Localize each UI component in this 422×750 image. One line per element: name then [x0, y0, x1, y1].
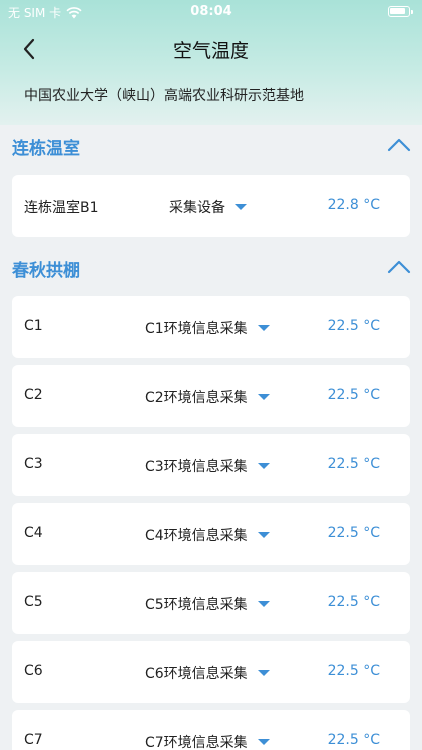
list-item[interactable]: C2 C2环境信息采集 22.5 °C: [12, 365, 410, 427]
navigation-bar: 空气温度: [0, 24, 422, 74]
device-label: C5环境信息采集: [145, 597, 248, 613]
row-name: 连栋温室B1: [24, 200, 99, 216]
device-dropdown[interactable]: C3环境信息采集: [145, 456, 270, 476]
row-name: C7: [24, 732, 43, 748]
section-header-multi-span-greenhouse: 连栋温室: [12, 130, 412, 160]
caret-down-icon: [257, 739, 270, 745]
row-name: C4: [24, 525, 43, 541]
temperature-value: 22.5 °C: [327, 594, 380, 610]
battery-icon: [388, 6, 413, 17]
caret-down-icon: [257, 394, 270, 400]
device-dropdown[interactable]: C2环境信息采集: [145, 387, 270, 407]
device-label: C6环境信息采集: [145, 666, 248, 682]
list-item[interactable]: C1 C1环境信息采集 22.5 °C: [12, 296, 410, 358]
list-item[interactable]: C7 C7环境信息采集 22.5 °C: [12, 710, 410, 750]
device-label: C7环境信息采集: [145, 735, 248, 750]
base-name: 中国农业大学（峡山）高端农业科研示范基地: [24, 88, 304, 104]
device-dropdown[interactable]: 采集设备: [169, 197, 247, 217]
caret-down-icon: [257, 463, 270, 469]
section-header-spring-autumn-arch-shed: 春秋拱棚: [12, 252, 412, 282]
row-name: C1: [24, 318, 43, 334]
temperature-value: 22.5 °C: [327, 525, 380, 541]
chevron-left-icon: [23, 38, 35, 60]
temperature-value: 22.8 °C: [327, 197, 380, 213]
list-item[interactable]: C3 C3环境信息采集 22.5 °C: [12, 434, 410, 496]
list-item[interactable]: 连栋温室B1 采集设备 22.8 °C: [12, 175, 410, 237]
row-name: C3: [24, 456, 43, 472]
temperature-value: 22.5 °C: [327, 387, 380, 403]
temperature-value: 22.5 °C: [327, 456, 380, 472]
list-item[interactable]: C6 C6环境信息采集 22.5 °C: [12, 641, 410, 703]
row-name: C6: [24, 663, 43, 679]
status-time: 08:04: [190, 4, 232, 19]
list-item[interactable]: C4 C4环境信息采集 22.5 °C: [12, 503, 410, 565]
collapse-button[interactable]: [386, 134, 412, 156]
chevron-up-icon: [387, 260, 411, 274]
device-label: C3环境信息采集: [145, 459, 248, 475]
device-dropdown[interactable]: C1环境信息采集: [145, 318, 270, 338]
section-title: 连栋温室: [12, 139, 80, 159]
caret-down-icon: [257, 601, 270, 607]
list-item[interactable]: C5 C5环境信息采集 22.5 °C: [12, 572, 410, 634]
device-label: 采集设备: [169, 200, 225, 216]
temperature-value: 22.5 °C: [327, 663, 380, 679]
section-title: 春秋拱棚: [12, 261, 80, 281]
device-label: C4环境信息采集: [145, 528, 248, 544]
chevron-up-icon: [387, 138, 411, 152]
temperature-value: 22.5 °C: [327, 732, 380, 748]
caret-down-icon: [235, 204, 247, 210]
device-dropdown[interactable]: C6环境信息采集: [145, 663, 270, 683]
device-label: C1环境信息采集: [145, 321, 248, 337]
caret-down-icon: [257, 325, 270, 331]
device-dropdown[interactable]: C4环境信息采集: [145, 525, 270, 545]
device-dropdown[interactable]: C7环境信息采集: [145, 732, 270, 750]
status-bar: 无 SIM 卡 08:04: [0, 0, 422, 24]
page-title: 空气温度: [172, 40, 249, 62]
device-dropdown[interactable]: C5环境信息采集: [145, 594, 270, 614]
caret-down-icon: [257, 532, 270, 538]
back-button[interactable]: [14, 34, 44, 64]
row-name: C5: [24, 594, 43, 610]
caret-down-icon: [257, 670, 270, 676]
device-label: C2环境信息采集: [145, 390, 248, 406]
row-name: C2: [24, 387, 43, 403]
temperature-value: 22.5 °C: [327, 318, 380, 334]
collapse-button[interactable]: [386, 256, 412, 278]
